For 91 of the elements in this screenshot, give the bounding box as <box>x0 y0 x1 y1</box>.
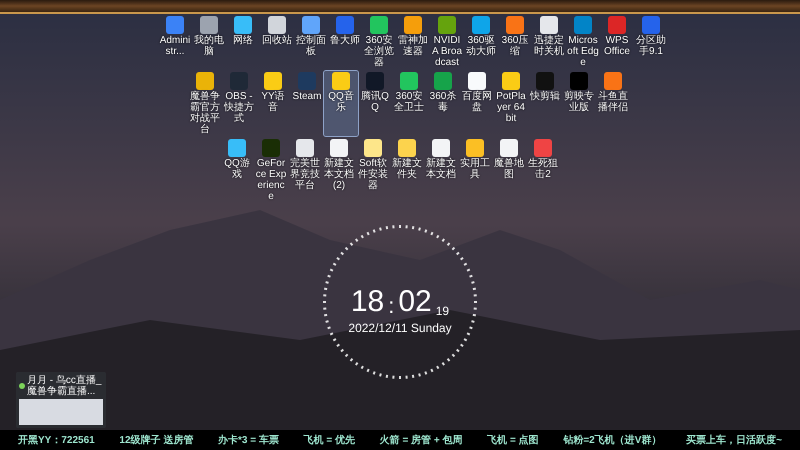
icon-label: 鲁大师 <box>329 35 361 46</box>
icon-label: WPS Office <box>603 35 631 57</box>
desktop-icon[interactable]: Administr... <box>158 15 192 69</box>
icon-label: 网络 <box>232 35 254 46</box>
icon-label: YY语音 <box>260 91 286 113</box>
icon-label: 雷神加速器 <box>397 35 429 57</box>
ticker-text: 办卡*3 = 车票 <box>218 433 279 448</box>
icon-label: 魔兽地图 <box>493 158 525 180</box>
icon-label: PotPlayer 64 bit <box>495 91 527 124</box>
icon-label: 魔兽争霸官方对战平台 <box>189 91 221 135</box>
icon-label: Microsoft Edge <box>567 35 599 68</box>
icon-label: Administr... <box>159 35 191 57</box>
icon-label: 我的电脑 <box>193 35 225 57</box>
desktop-icon[interactable]: 新建文本文档 <box>424 138 458 203</box>
task-preview[interactable]: 月月 - 鸟cc直播_魔兽争霸直播... <box>16 372 106 428</box>
desktop-icon[interactable]: 分区助手9.1 <box>634 15 668 69</box>
icon-label: Steam <box>292 91 322 102</box>
desktop-icon[interactable]: 完美世界竞技平台 <box>288 138 322 203</box>
icon-label: 实用工具 <box>459 158 491 180</box>
desktop-icon[interactable]: Steam <box>290 71 324 136</box>
desktop-icon[interactable]: 雷神加速器 <box>396 15 430 69</box>
desktop-icon[interactable]: 360压缩 <box>498 15 532 69</box>
ticker-text: 飞机 = 点图 <box>487 434 539 448</box>
desktop-icon[interactable]: 实用工具 <box>458 138 492 203</box>
desktop-icon[interactable]: 快剪辑 <box>528 71 562 136</box>
icon-label: 剪映专业版 <box>563 91 595 113</box>
icon-label: NVIDIA Broadcast <box>431 35 463 68</box>
icon-label: 360压缩 <box>500 35 530 57</box>
desktop-icon[interactable]: 我的电脑 <box>192 15 226 69</box>
desktop-icon[interactable]: 360安全浏览器 <box>362 15 396 69</box>
desktop-icon[interactable]: 生死狙击2 <box>526 138 560 203</box>
icon-label: 新建文本文档 <box>425 158 457 180</box>
clock-seconds: 19 <box>436 305 450 317</box>
ticker-text: 钻粉=2飞机（进V群） <box>563 434 662 448</box>
icon-label: 分区助手9.1 <box>635 35 667 57</box>
desktop-icon[interactable]: WPS Office <box>600 15 634 69</box>
desktop-icon[interactable]: 新建文件夹 <box>390 138 424 203</box>
ticker-text: 12级牌子 送房管 <box>119 433 194 448</box>
icon-label: 完美世界竞技平台 <box>289 158 321 191</box>
icon-label: Soft软件安装器 <box>357 158 389 191</box>
desktop-icon[interactable]: YY语音 <box>256 71 290 136</box>
desktop-icon[interactable]: NVIDIA Broadcast <box>430 15 464 69</box>
desktop-icon[interactable]: 360杀毒 <box>426 71 460 136</box>
clock-minutes: 02 <box>398 287 432 317</box>
icon-label: QQ游戏 <box>223 158 251 180</box>
desktop-icon[interactable]: 剪映专业版 <box>562 71 596 136</box>
desktop-icon[interactable]: 腾讯QQ <box>358 71 392 136</box>
preview-title: 月月 - 鸟cc直播_魔兽争霸直播... <box>27 375 102 397</box>
icon-label: 快剪辑 <box>529 91 561 102</box>
desktop-icon[interactable]: 魔兽争霸官方对战平台 <box>188 71 222 136</box>
desktop-icon[interactable]: 百度网盘 <box>460 71 494 136</box>
desktop-icon[interactable]: QQ游戏 <box>220 138 254 203</box>
icon-label: GeForce Experience <box>255 158 287 202</box>
desktop-icon[interactable]: OBS - 快捷方式 <box>222 71 256 136</box>
desktop-icon[interactable]: 回收站 <box>260 15 294 69</box>
desktop-icon[interactable]: Microsoft Edge <box>566 15 600 69</box>
desktop-icon[interactable]: PotPlayer 64 bit <box>494 71 528 136</box>
ticker-text: 火箭 = 房管 + 包周 <box>380 433 462 448</box>
icon-label: 360安全卫士 <box>393 91 425 113</box>
icon-label: 360安全浏览器 <box>363 35 395 68</box>
icon-label: 回收站 <box>261 35 293 46</box>
desktop-icon[interactable]: 网络 <box>226 15 260 69</box>
icon-label: 360杀毒 <box>428 91 458 113</box>
desktop-icon[interactable]: GeForce Experience <box>254 138 288 203</box>
clock-separator: : <box>388 295 394 317</box>
desktop-icon[interactable]: 控制面板 <box>294 15 328 69</box>
ticker-text: 飞机 = 优先 <box>304 434 355 448</box>
desktop-icon[interactable]: 鲁大师 <box>328 15 362 69</box>
icon-label: 百度网盘 <box>461 91 493 113</box>
desktop-icon[interactable]: 新建文本文档 (2) <box>322 138 356 203</box>
icon-label: QQ音乐 <box>327 91 355 113</box>
icon-label: 新建文件夹 <box>391 158 423 180</box>
icon-label: 控制面板 <box>295 35 327 57</box>
desktop-icon[interactable]: 迅捷定时关机 <box>532 15 566 69</box>
icon-label: 新建文本文档 (2) <box>323 158 355 191</box>
ticker-text: 买票上车，日活跃度~ <box>686 433 782 448</box>
desktop-icon[interactable]: Soft软件安装器 <box>356 138 390 203</box>
ticker-text: 开黑YY：722561 <box>18 434 95 448</box>
icon-label: 迅捷定时关机 <box>533 35 565 57</box>
icon-label: OBS - 快捷方式 <box>223 91 255 124</box>
icon-label: 生死狙击2 <box>527 158 559 180</box>
icon-label: 斗鱼直播伴侣 <box>597 91 629 113</box>
desktop-icon[interactable]: QQ音乐 <box>324 71 358 136</box>
icon-label: 360驱动大师 <box>465 35 497 57</box>
desktop-icon[interactable]: 360驱动大师 <box>464 15 498 69</box>
desktop-icon[interactable]: 魔兽地图 <box>492 138 526 203</box>
clock-date: 2022/12/11 Sunday <box>348 320 452 337</box>
clock-hours: 18 <box>350 287 384 317</box>
desktop-icon[interactable]: 斗鱼直播伴侣 <box>596 71 630 136</box>
icon-label: 腾讯QQ <box>360 91 390 113</box>
desktop-icon[interactable]: 360安全卫士 <box>392 71 426 136</box>
